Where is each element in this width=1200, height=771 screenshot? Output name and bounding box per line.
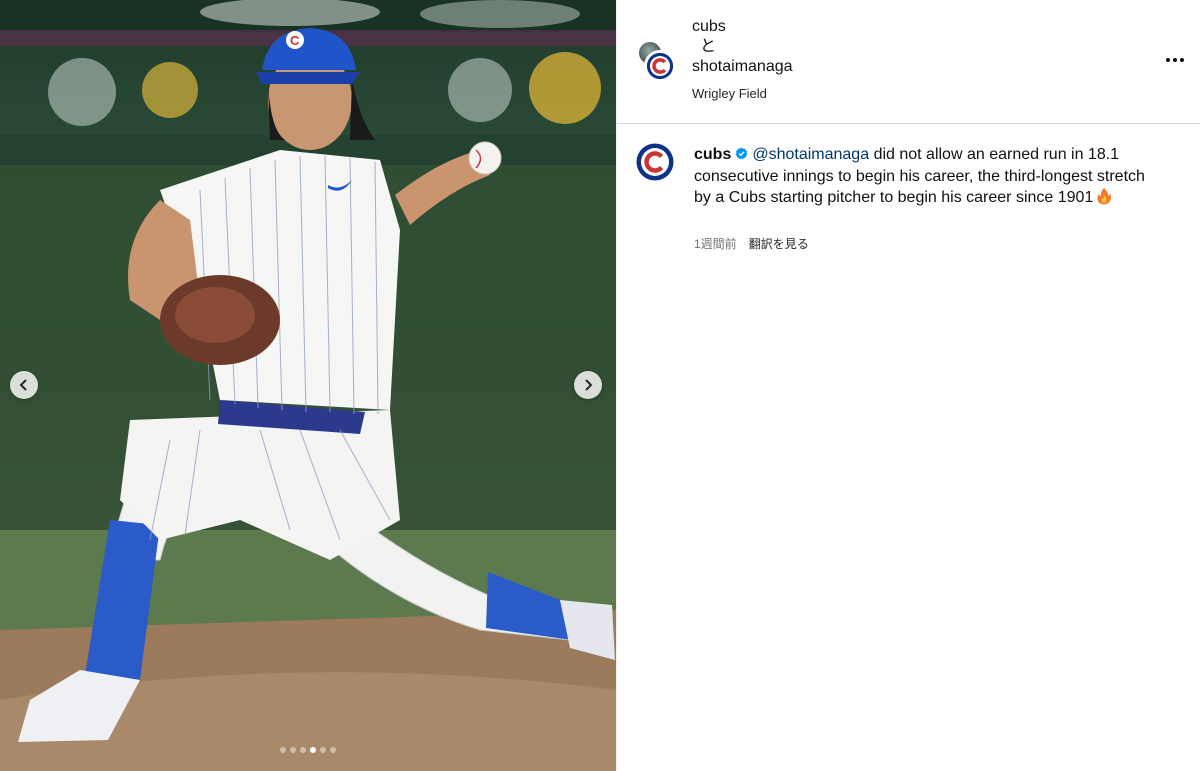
avatar-cubs[interactable] <box>644 50 676 82</box>
verified-badge-icon <box>735 147 748 160</box>
author-shotaimanaga-link[interactable]: shotaimanaga <box>692 57 793 77</box>
carousel-dot <box>330 747 336 753</box>
post-header: cubs と shotaimanaga Wrigley Field <box>617 0 1200 124</box>
more-dot <box>1173 58 1177 62</box>
post-authors: cubs と shotaimanaga <box>692 17 793 77</box>
post-sidebar: cubs と shotaimanaga Wrigley Field cubs @s… <box>616 0 1200 771</box>
caption-username-link[interactable]: cubs <box>694 146 731 163</box>
post-timestamp[interactable]: 1週間前 <box>694 237 737 251</box>
caption-meta: 1週間前 翻訳を見る <box>694 235 809 252</box>
carousel-dot <box>280 747 286 753</box>
location-link[interactable]: Wrigley Field <box>692 86 767 101</box>
carousel-indicator <box>0 747 616 753</box>
carousel-next-button[interactable] <box>574 371 602 399</box>
more-options-button[interactable] <box>1162 52 1188 68</box>
pitcher-photo: C <box>0 0 616 771</box>
post-media[interactable]: C <box>0 0 616 771</box>
carousel-dot <box>310 747 316 753</box>
chevron-right-icon <box>585 379 593 391</box>
mention-shotaimanaga-link[interactable]: @shotaimanaga <box>752 146 869 163</box>
svg-text:C: C <box>290 33 300 48</box>
more-horizontal-icon <box>1166 58 1170 62</box>
carousel-dot <box>320 747 326 753</box>
caption-text-block: cubs @shotaimanaga did not allow an earne… <box>694 144 1164 209</box>
more-dot <box>1180 58 1184 62</box>
carousel-dot <box>290 747 296 753</box>
caption-avatar-cubs[interactable] <box>636 143 674 181</box>
carousel-dot <box>300 747 306 753</box>
carousel-prev-button[interactable] <box>10 371 38 399</box>
author-joiner: と <box>700 38 717 55</box>
fire-icon <box>1097 188 1112 205</box>
see-translation-button[interactable]: 翻訳を見る <box>749 237 809 251</box>
author-cubs-link[interactable]: cubs <box>692 17 793 37</box>
collab-avatars[interactable] <box>637 40 677 82</box>
chevron-left-icon <box>19 379 27 391</box>
